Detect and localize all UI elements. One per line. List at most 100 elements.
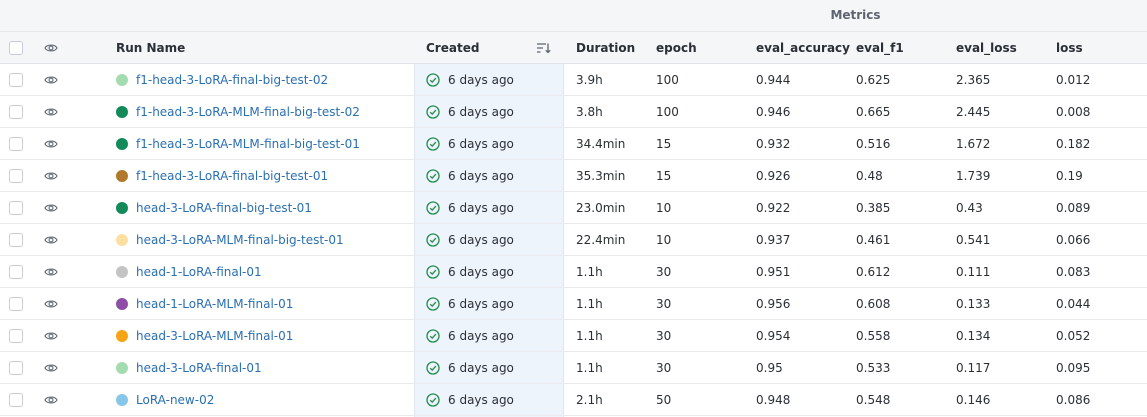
check-circle-icon — [426, 296, 448, 311]
created-text: 6 days ago — [448, 232, 514, 247]
eval-accuracy-cell: 0.944 — [756, 72, 791, 87]
created-cell: 6 days ago — [426, 224, 514, 255]
created-text: 6 days ago — [448, 360, 514, 375]
check-circle-icon — [426, 232, 448, 247]
row-select-cell — [9, 256, 23, 287]
row-checkbox[interactable] — [9, 264, 23, 279]
epoch-cell: 100 — [656, 104, 679, 119]
duration-cell: 35.3min — [576, 168, 626, 183]
check-circle-icon — [426, 200, 448, 215]
row-checkbox[interactable] — [9, 392, 23, 407]
row-checkbox[interactable] — [9, 296, 23, 311]
run-name-cell: head-3-LoRA-MLM-final-01 — [116, 320, 293, 351]
run-color-dot[interactable] — [116, 105, 128, 118]
run-color-dot[interactable] — [116, 361, 128, 374]
run-name-link[interactable]: head-3-LoRA-MLM-final-01 — [136, 329, 293, 343]
eye-icon[interactable] — [44, 256, 58, 287]
check-circle-icon — [426, 264, 448, 279]
table-row: head-3-LoRA-final-01 6 days ago 1.1h 30 0.95… — [0, 352, 1147, 384]
eye-icon[interactable] — [44, 320, 58, 351]
eye-icon[interactable] — [44, 352, 58, 383]
row-select-cell — [9, 96, 23, 127]
run-name-link[interactable]: head-1-LoRA-MLM-final-01 — [136, 297, 293, 311]
row-checkbox[interactable] — [9, 72, 23, 87]
created-text: 6 days ago — [448, 328, 514, 343]
duration-cell: 1.1h — [576, 360, 603, 375]
eye-icon[interactable] — [44, 384, 58, 415]
epoch-cell: 10 — [656, 232, 672, 247]
loss-cell: 0.089 — [1056, 200, 1091, 215]
row-checkbox[interactable] — [9, 328, 23, 343]
run-name-link[interactable]: head-1-LoRA-final-01 — [136, 265, 262, 279]
eye-icon[interactable] — [44, 224, 58, 255]
row-checkbox[interactable] — [9, 104, 23, 119]
run-color-dot[interactable] — [116, 73, 128, 86]
table-row: f1-head-3-LoRA-final-big-test-01 6 days a… — [0, 160, 1147, 192]
created-cell: 6 days ago — [426, 160, 514, 191]
eval-accuracy-cell: 0.948 — [756, 392, 791, 407]
run-name-link[interactable]: head-3-LoRA-MLM-final-big-test-01 — [136, 233, 344, 247]
run-color-dot[interactable] — [116, 169, 128, 182]
run-name-link[interactable]: f1-head-3-LoRA-final-big-test-01 — [136, 169, 328, 183]
table-body: f1-head-3-LoRA-final-big-test-02 6 days a… — [0, 64, 1147, 416]
run-color-dot[interactable] — [116, 137, 128, 150]
column-header-loss[interactable]: loss — [1056, 32, 1083, 63]
check-circle-icon — [426, 328, 448, 343]
duration-cell: 22.4min — [576, 232, 626, 247]
column-header-eval-accuracy[interactable]: eval_accuracy — [756, 32, 850, 63]
eye-icon[interactable] — [44, 128, 58, 159]
run-name-link[interactable]: head-3-LoRA-final-01 — [136, 361, 262, 375]
run-name-cell: f1-head-3-LoRA-MLM-final-big-test-01 — [116, 128, 360, 159]
run-name-link[interactable]: head-3-LoRA-final-big-test-01 — [136, 201, 312, 215]
eval-f1-cell: 0.385 — [856, 200, 891, 215]
column-header-epoch[interactable]: epoch — [656, 32, 697, 63]
epoch-cell: 10 — [656, 200, 672, 215]
eye-icon[interactable] — [44, 96, 58, 127]
table-row: f1-head-3-LoRA-MLM-final-big-test-02 6 da… — [0, 96, 1147, 128]
row-checkbox[interactable] — [9, 232, 23, 247]
created-text: 6 days ago — [448, 392, 514, 407]
column-header-created[interactable]: Created — [426, 32, 479, 63]
eye-icon[interactable] — [44, 64, 58, 95]
column-header-eval-f1[interactable]: eval_f1 — [856, 32, 904, 63]
run-color-dot[interactable] — [116, 393, 128, 406]
eval-f1-cell: 0.516 — [856, 136, 891, 151]
table-row: f1-head-3-LoRA-final-big-test-02 6 days a… — [0, 64, 1147, 96]
eval-loss-cell: 0.134 — [956, 328, 991, 343]
run-name-link[interactable]: LoRA-new-02 — [136, 393, 214, 407]
created-cell: 6 days ago — [426, 384, 514, 415]
select-all-checkbox[interactable] — [9, 40, 23, 55]
row-checkbox[interactable] — [9, 136, 23, 151]
row-select-cell — [9, 384, 23, 415]
run-color-dot[interactable] — [116, 265, 128, 278]
run-color-dot[interactable] — [116, 329, 128, 342]
run-name-link[interactable]: f1-head-3-LoRA-MLM-final-big-test-02 — [136, 105, 360, 119]
column-header-eval-loss[interactable]: eval_loss — [956, 32, 1017, 63]
row-select-cell — [9, 64, 23, 95]
run-name-link[interactable]: f1-head-3-LoRA-MLM-final-big-test-01 — [136, 137, 360, 151]
run-name-cell: head-1-LoRA-MLM-final-01 — [116, 288, 293, 319]
eval-accuracy-cell: 0.926 — [756, 168, 791, 183]
sort-descending-icon[interactable] — [536, 32, 551, 63]
eye-icon[interactable] — [44, 192, 58, 223]
eye-icon[interactable] — [44, 160, 58, 191]
eye-icon[interactable] — [44, 32, 58, 63]
table-row: head-1-LoRA-final-01 6 days ago 1.1h 30 0.95… — [0, 256, 1147, 288]
column-header-run-name[interactable]: Run Name — [116, 32, 185, 63]
eval-loss-cell: 0.146 — [956, 392, 991, 407]
eval-loss-cell: 0.133 — [956, 296, 991, 311]
created-cell: 6 days ago — [426, 288, 514, 319]
eye-icon[interactable] — [44, 288, 58, 319]
created-cell: 6 days ago — [426, 192, 514, 223]
epoch-cell: 30 — [656, 360, 672, 375]
epoch-cell: 50 — [656, 392, 672, 407]
row-checkbox[interactable] — [9, 168, 23, 183]
created-cell: 6 days ago — [426, 128, 514, 159]
run-color-dot[interactable] — [116, 201, 128, 214]
run-name-link[interactable]: f1-head-3-LoRA-final-big-test-02 — [136, 73, 328, 87]
run-color-dot[interactable] — [116, 233, 128, 246]
run-color-dot[interactable] — [116, 297, 128, 310]
column-header-duration[interactable]: Duration — [576, 32, 635, 63]
row-checkbox[interactable] — [9, 360, 23, 375]
row-checkbox[interactable] — [9, 200, 23, 215]
